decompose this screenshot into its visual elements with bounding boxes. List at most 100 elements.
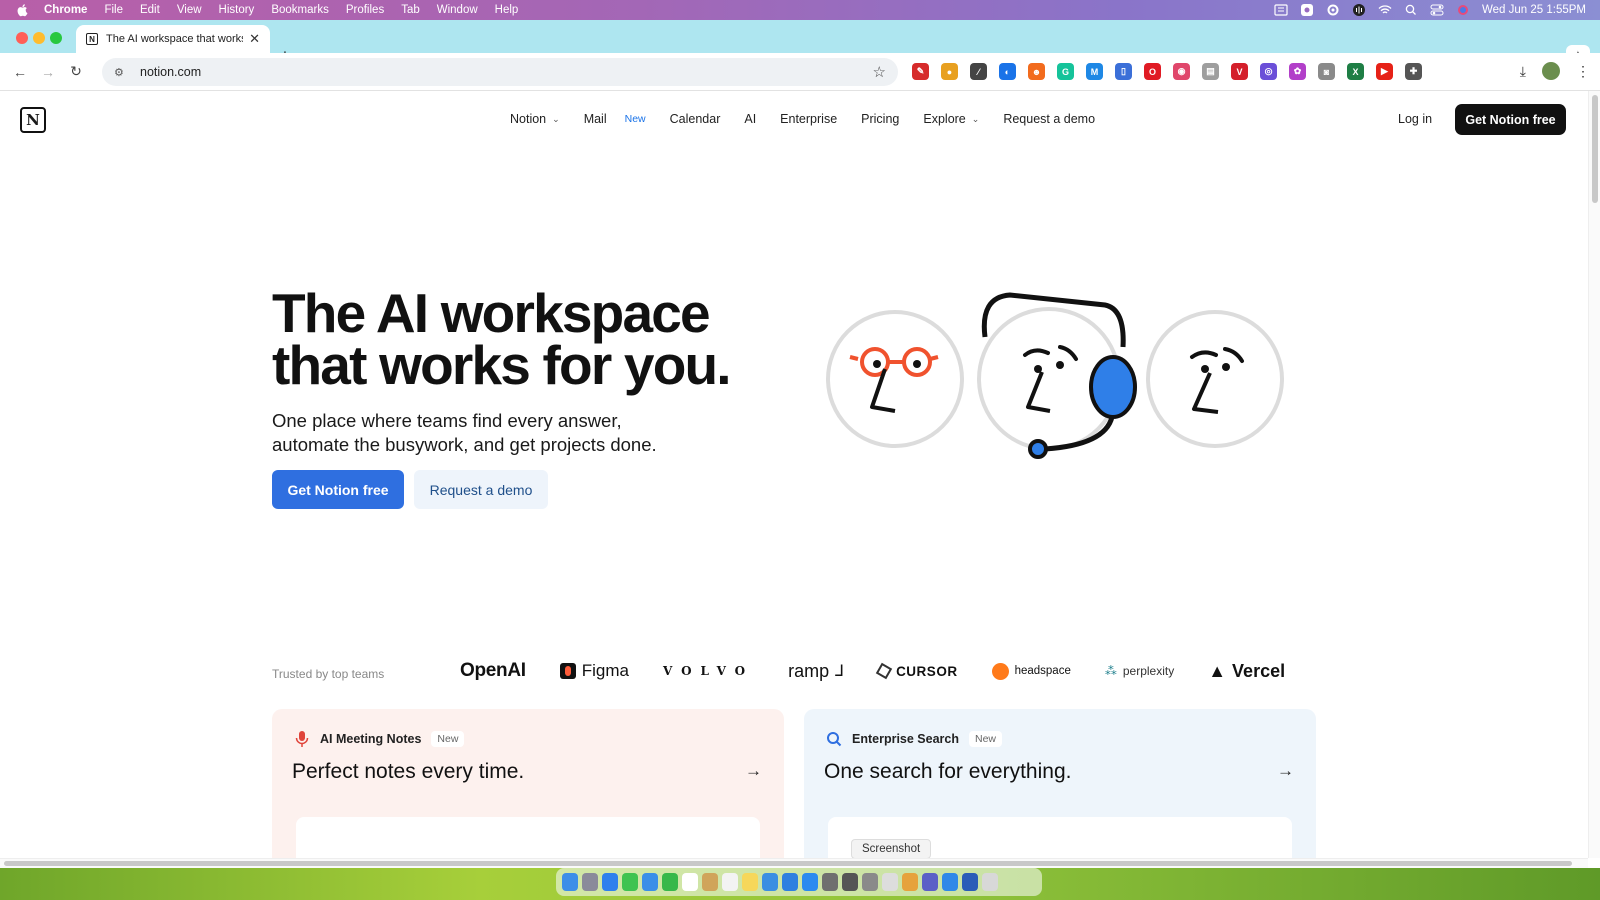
audio-icon[interactable]	[1352, 4, 1366, 16]
menu-help[interactable]: Help	[495, 4, 519, 16]
arrow-right-icon[interactable]: →	[745, 761, 762, 781]
reader-extension-icon[interactable]: ▤	[1202, 63, 1219, 80]
launchpad-icon[interactable]	[582, 873, 598, 891]
menu-view[interactable]: View	[177, 4, 202, 16]
chrome-icon[interactable]	[902, 873, 918, 891]
bookmark-star-icon[interactable]: ☆	[873, 63, 886, 81]
screen-record-icon[interactable]	[1300, 4, 1314, 16]
safari-icon[interactable]	[602, 873, 618, 891]
hero-title-line-1: The AI workspace	[272, 282, 711, 344]
nav-request-demo[interactable]: Request a demo	[1003, 112, 1095, 126]
nav-pricing[interactable]: Pricing	[861, 112, 899, 126]
photos-icon[interactable]	[762, 873, 778, 891]
menubar-clock[interactable]: Wed Jun 25 1:55PM	[1482, 4, 1586, 16]
back-arrow-icon[interactable]: ←	[12, 64, 28, 80]
flower-extension-icon[interactable]: ✿	[1289, 63, 1306, 80]
more-menu-icon[interactable]: ⋮	[1576, 63, 1590, 80]
reminders-icon[interactable]	[722, 873, 738, 891]
apple-logo-icon[interactable]	[16, 3, 30, 17]
nav-ai[interactable]: AI	[744, 112, 756, 126]
window-minimize-button[interactable]	[33, 32, 45, 44]
headspace-logo: headspace	[991, 662, 1071, 680]
menu-chrome[interactable]: Chrome	[44, 4, 87, 16]
stickies-icon[interactable]	[742, 873, 758, 891]
window-zoom-button[interactable]	[50, 32, 62, 44]
notion-logo-icon[interactable]: N	[20, 107, 46, 133]
nav-mail[interactable]: Mail New	[584, 112, 646, 126]
app-store-icon[interactable]	[802, 873, 818, 891]
siri-icon[interactable]	[1456, 4, 1470, 16]
wifi-icon[interactable]	[1378, 4, 1392, 16]
scrollbar-thumb[interactable]	[4, 861, 1572, 866]
mail-icon[interactable]	[642, 873, 658, 891]
puzzle-extension-icon[interactable]: ✚	[1405, 63, 1422, 80]
url-text[interactable]: notion.com	[140, 65, 873, 79]
trash-icon[interactable]	[982, 873, 998, 891]
feature-card-enterprise-search[interactable]: Enterprise Search New One search for eve…	[804, 709, 1316, 858]
vertical-scrollbar[interactable]	[1588, 91, 1600, 858]
hero-request-demo-button[interactable]: Request a demo	[414, 470, 548, 509]
site-info-icon[interactable]: ⚙	[114, 65, 128, 79]
excel-extension-icon[interactable]: X	[1347, 63, 1364, 80]
settings-icon[interactable]	[822, 873, 838, 891]
facetime-icon[interactable]	[662, 873, 678, 891]
nav-enterprise[interactable]: Enterprise	[780, 112, 837, 126]
eyedropper-extension-icon[interactable]: ⁄	[970, 63, 987, 80]
menu-window[interactable]: Window	[437, 4, 478, 16]
opera-extension-icon[interactable]: O	[1144, 63, 1161, 80]
login-link[interactable]: Log in	[1398, 112, 1432, 126]
camera-extension-icon[interactable]: ◙	[1318, 63, 1335, 80]
search-icon[interactable]	[1404, 4, 1418, 16]
menu-file[interactable]: File	[104, 4, 123, 16]
menu-bookmarks[interactable]: Bookmarks	[271, 4, 329, 16]
pen-extension-icon[interactable]: ✎	[912, 63, 929, 80]
tab-close-icon[interactable]: ✕	[249, 31, 260, 47]
menu-history[interactable]: History	[219, 4, 255, 16]
forward-arrow-icon[interactable]: →	[40, 64, 56, 80]
grammarly-extension-icon[interactable]: G	[1057, 63, 1074, 80]
vivaldi-extension-icon[interactable]: V	[1231, 63, 1248, 80]
pink-extension-icon[interactable]: ◉	[1173, 63, 1190, 80]
screenshot-icon[interactable]	[862, 873, 878, 891]
blue-extension-icon[interactable]: ◐	[999, 63, 1016, 80]
profile-avatar-icon[interactable]	[1542, 62, 1560, 80]
word-icon[interactable]	[962, 873, 978, 891]
m-extension-icon[interactable]: M	[1086, 63, 1103, 80]
doc-extension-icon[interactable]: ▯	[1115, 63, 1132, 80]
notes-icon[interactable]	[702, 873, 718, 891]
settings-icon[interactable]	[1326, 4, 1340, 16]
xcode-icon[interactable]	[942, 873, 958, 891]
hero-get-notion-free-button[interactable]: Get Notion free	[272, 470, 404, 509]
purple-extension-icon[interactable]: ◎	[1260, 63, 1277, 80]
new-badge: New	[624, 113, 646, 125]
youtube-extension-icon[interactable]: ▶	[1376, 63, 1393, 80]
arrow-right-icon[interactable]: →	[1277, 761, 1294, 781]
control-center-icon[interactable]	[1430, 4, 1444, 16]
menu-profiles[interactable]: Profiles	[346, 4, 384, 16]
script-editor-icon[interactable]	[882, 873, 898, 891]
finder-icon[interactable]	[562, 873, 578, 891]
color-extension-icon[interactable]: ●	[941, 63, 958, 80]
download-icon[interactable]: ⤓	[1520, 63, 1526, 80]
nav-explore[interactable]: Explore ⌄	[923, 112, 979, 126]
browser-tab-active[interactable]: N The AI workspace that works ✕	[76, 25, 270, 53]
messages-icon[interactable]	[622, 873, 638, 891]
keynote-icon[interactable]	[782, 873, 798, 891]
feature-card-meeting-notes[interactable]: AI Meeting Notes New Perfect notes every…	[272, 709, 784, 858]
teams-icon[interactable]	[922, 873, 938, 891]
scrollbar-thumb[interactable]	[1592, 95, 1598, 203]
calendar-icon[interactable]	[682, 873, 698, 891]
header-get-notion-free-button[interactable]: Get Notion free	[1455, 104, 1566, 135]
horizontal-scrollbar[interactable]	[0, 858, 1588, 868]
mirroring-icon[interactable]	[1274, 4, 1288, 16]
menu-tab[interactable]: Tab	[401, 4, 420, 16]
address-bar[interactable]: ⚙ notion.com ☆	[102, 58, 898, 86]
phone-icon[interactable]	[842, 873, 858, 891]
nav-notion[interactable]: Notion ⌄	[510, 112, 560, 126]
window-close-button[interactable]	[16, 32, 28, 44]
cursor-logo-text: CURSOR	[896, 663, 958, 679]
reload-icon[interactable]: ↻	[68, 63, 84, 80]
menu-edit[interactable]: Edit	[140, 4, 160, 16]
orange-extension-icon[interactable]: ☻	[1028, 63, 1045, 80]
nav-calendar[interactable]: Calendar	[670, 112, 721, 126]
